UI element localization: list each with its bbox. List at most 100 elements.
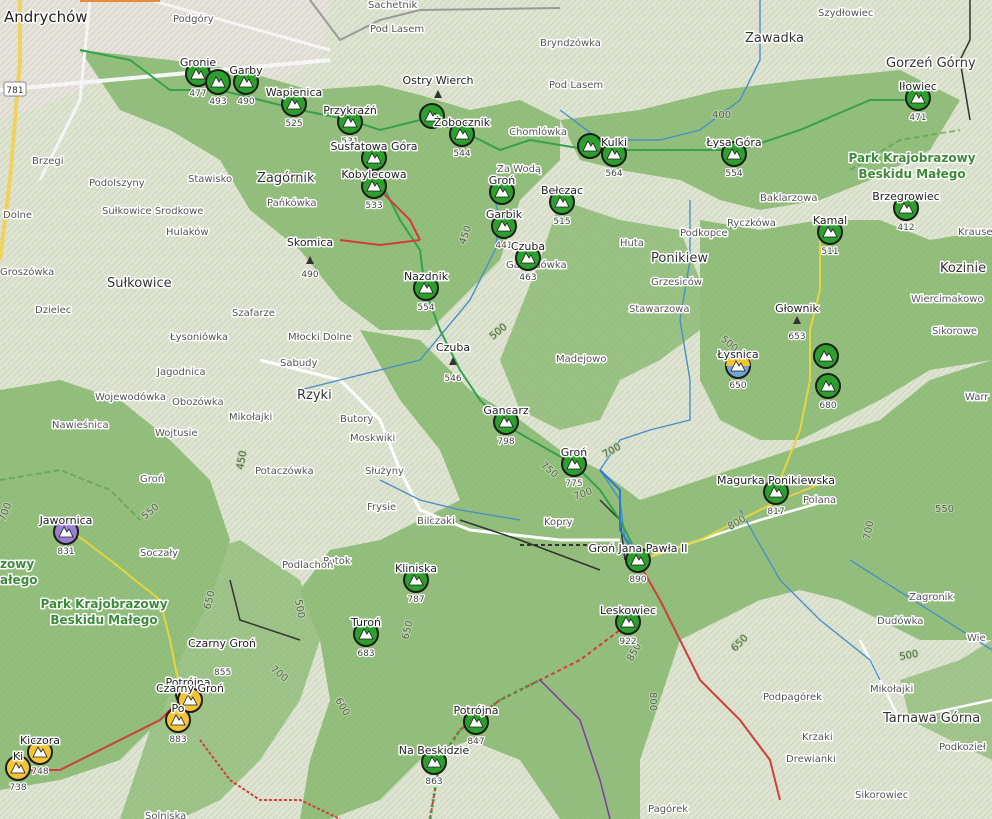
svg-text:Madejowo: Madejowo: [556, 354, 606, 365]
svg-text:Czarny Groń: Czarny Groń: [188, 637, 256, 650]
summit-elevation: 738: [9, 783, 26, 793]
svg-text:Wojewodówka: Wojewodówka: [95, 391, 166, 403]
summit-name: Magurka Ponikiewska: [717, 474, 835, 487]
summit-name: Przykraźń: [323, 104, 377, 117]
svg-text:Pod Lasem: Pod Lasem: [370, 24, 424, 35]
svg-text:Młocki Dolne: Młocki Dolne: [288, 332, 352, 343]
summit-marker[interactable]: Groń: [487, 173, 517, 205]
summit-elevation: 515: [553, 217, 570, 227]
summit-elevation: 511: [821, 247, 838, 257]
svg-text:400: 400: [712, 110, 731, 121]
svg-text:800: 800: [647, 692, 658, 711]
svg-text:Zagronik: Zagronik: [909, 592, 953, 603]
summit-marker[interactable]: [813, 343, 839, 369]
summit-elevation: 412: [897, 223, 914, 233]
summit-elevation: 883: [169, 735, 186, 745]
summit-name: Jawornica: [39, 514, 93, 527]
summit-marker[interactable]: 680: [815, 373, 841, 412]
summit-elevation: 680: [819, 401, 836, 411]
svg-text:855: 855: [214, 668, 231, 678]
svg-text:Obozówka: Obozówka: [172, 396, 224, 408]
svg-text:Grzesiców: Grzesiców: [651, 276, 702, 288]
svg-text:Czuba: Czuba: [436, 341, 470, 354]
svg-text:Butory: Butory: [340, 414, 373, 425]
summit-name: Gancarz: [483, 404, 529, 417]
summit-elevation: 650: [729, 381, 746, 391]
svg-text:Polana: Polana: [803, 495, 836, 506]
svg-text:Groń: Groń: [140, 473, 164, 485]
svg-text:Huta: Huta: [620, 238, 644, 249]
summit-elevation: 554: [417, 303, 434, 313]
svg-text:Wiercimakowo: Wiercimakowo: [911, 294, 984, 305]
summit-elevation: 798: [497, 437, 514, 447]
svg-text:Stawarzowa: Stawarzowa: [629, 304, 690, 315]
svg-text:Ryczkówa: Ryczkówa: [727, 217, 776, 229]
summit-elevation: 493: [209, 97, 226, 107]
svg-text:Krzaki: Krzaki: [802, 732, 833, 743]
summit-elevation: 831: [57, 547, 74, 557]
summit-name: Żobocznik: [434, 116, 491, 129]
summit-name: Garbik: [486, 208, 523, 221]
svg-text:781: 781: [6, 86, 23, 96]
summit-marker[interactable]: [577, 133, 603, 159]
svg-text:Groszówka: Groszówka: [0, 266, 54, 278]
svg-text:Frysie: Frysie: [367, 502, 396, 513]
town-label: Gorzeń Górny: [886, 56, 976, 71]
svg-text:Solniska: Solniska: [145, 811, 186, 819]
svg-text:Szydłowiec: Szydłowiec: [818, 8, 873, 19]
summit-name: Bełczac: [541, 184, 583, 197]
svg-text:Podlachoń: Podlachoń: [282, 559, 333, 571]
svg-text:Moskwiki: Moskwiki: [350, 433, 395, 444]
summit-name: Kamal: [813, 214, 847, 227]
svg-text:Łysoniówka: Łysoniówka: [169, 331, 228, 343]
svg-text:Sułkowice Środkowe: Sułkowice Środkowe: [102, 204, 203, 217]
town-label: Ponikiew: [651, 251, 708, 266]
svg-text:Sabudy: Sabudy: [280, 358, 318, 369]
svg-text:Podkopce: Podkopce: [680, 228, 728, 239]
town-label: Kozinie: [940, 261, 986, 276]
summit-name: Garby: [229, 64, 263, 77]
svg-text:Bilczaki: Bilczaki: [417, 516, 455, 527]
svg-text:Brzegi: Brzegi: [32, 156, 64, 167]
svg-text:Drewianki: Drewianki: [786, 754, 836, 765]
summit-marker[interactable]: 493: [205, 69, 231, 108]
summit-elevation: 787: [407, 595, 424, 605]
summit-name: Czarny Groń: [156, 682, 224, 695]
svg-text:Baklarzowa: Baklarzowa: [760, 193, 817, 204]
svg-text:490: 490: [301, 270, 318, 280]
town-label: Andrychów: [4, 8, 88, 26]
summit-elevation: 490: [237, 97, 254, 107]
summit-name: Turoń: [350, 616, 381, 629]
map-canvas[interactable]: 781 400 450 500 500 500 550 650 700 700 …: [0, 0, 992, 819]
summit-elevation: 463: [519, 273, 536, 283]
summit-name: Kiczora: [20, 734, 60, 747]
svg-text:Pagórek: Pagórek: [648, 803, 688, 815]
svg-text:Soczały: Soczały: [140, 548, 178, 559]
svg-text:Dudówka: Dudówka: [877, 615, 923, 627]
summit-name: Łysa Góra: [705, 136, 761, 149]
svg-text:Jagodnica: Jagodnica: [156, 367, 206, 378]
summit-name: Groń: [489, 174, 516, 187]
summit-elevation: 471: [909, 113, 926, 123]
svg-text:Bryndzówka: Bryndzówka: [540, 37, 601, 49]
svg-text:550: 550: [935, 504, 954, 515]
svg-text:Pańkówka: Pańkówka: [267, 197, 317, 209]
svg-text:Krause: Krause: [958, 227, 992, 238]
summit-elevation: 748: [31, 767, 48, 777]
svg-text:Chomlówka: Chomlówka: [509, 126, 567, 138]
summit-name: Kliniska: [395, 562, 437, 575]
summit-name: Brzegrowiec: [872, 190, 939, 203]
summit-elevation: 525: [285, 119, 302, 129]
svg-text:Podpagórek: Podpagórek: [763, 691, 822, 703]
svg-text:ałego: ałego: [0, 573, 38, 587]
summit-elevation: 533: [365, 201, 382, 211]
svg-text:Beskidu Małego: Beskidu Małego: [858, 167, 965, 181]
svg-text:zowy: zowy: [0, 557, 34, 571]
svg-text:Podgóry: Podgóry: [173, 13, 214, 25]
svg-text:Hulaków: Hulaków: [166, 226, 209, 238]
summit-elevation: 775: [565, 479, 582, 489]
summit-name: Czuba: [511, 240, 545, 253]
svg-text:Stawisko: Stawisko: [188, 174, 232, 185]
svg-text:Sikorowiec: Sikorowiec: [855, 790, 908, 801]
svg-text:Ostry Wierch: Ostry Wierch: [403, 74, 474, 87]
